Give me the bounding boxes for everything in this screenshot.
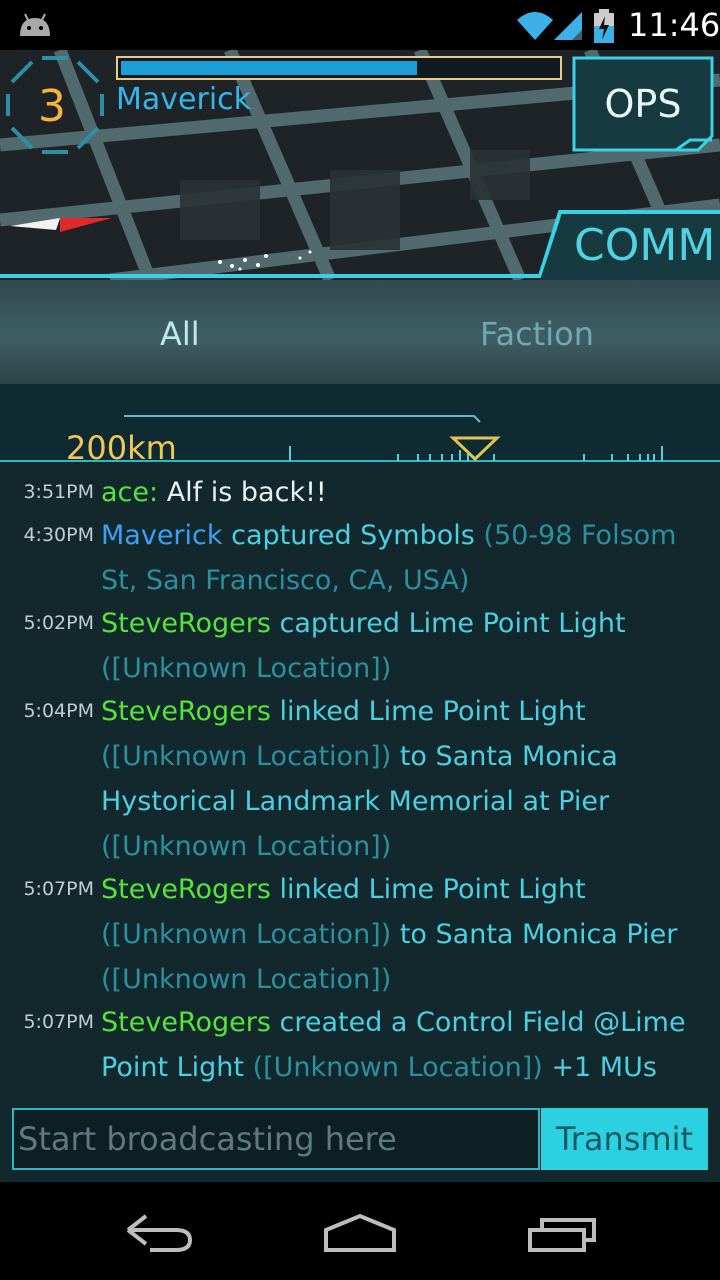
tab-all[interactable]: All [160,314,200,354]
message-location[interactable]: ([Unknown Location]) [101,964,391,995]
agent-name[interactable]: Maverick [116,82,251,118]
recents-icon[interactable] [526,1216,598,1254]
message-body: ace: Alf is back!! [101,470,701,515]
status-bar: 11:46 [0,0,720,50]
message-body: SteveRogers linked Lime Point Light ([Un… [101,867,701,1002]
battery-icon [594,9,614,43]
message-body: SteveRogers created a Control Field @Lim… [101,1000,701,1090]
message-body: SteveRogers captured Lime Point Light ([… [101,601,701,691]
message-author[interactable]: SteveRogers [101,874,271,905]
message-time: 5:02PM [23,612,94,634]
android-icon [20,13,50,36]
message-time: 3:51PM [23,481,94,503]
comm-feed[interactable]: 3:51PM ace: Alf is back!! 4:30PM Maveric… [0,462,720,1102]
comm-filter-bar [0,280,720,384]
broadcast-input[interactable] [18,1112,533,1166]
message-action: linked Lime Point Light [270,696,586,727]
message-author[interactable]: ace: [101,477,158,508]
transmit-button[interactable]: Transmit [541,1108,708,1170]
message-action: to Santa Monica Pier [391,919,678,950]
wifi-icon [517,12,553,40]
message-author[interactable]: SteveRogers [101,1007,271,1038]
ops-button-label: OPS [604,82,682,126]
message-time: 5:07PM [23,878,94,900]
message-action: captured Lime Point Light [270,608,626,639]
message-time: 4:30PM [23,524,94,546]
message-time: 5:04PM [23,700,94,722]
message-author[interactable]: Maverick [101,520,223,551]
back-icon[interactable] [124,1210,196,1256]
message-text: Alf is back!! [166,477,327,508]
home-icon[interactable] [322,1212,398,1254]
comm-tab-label: COMM [574,220,716,271]
agent-level: 3 [38,81,66,132]
message-author[interactable]: SteveRogers [101,608,271,639]
xp-progress-fill [121,61,417,75]
message-action: captured Symbols [222,520,484,551]
message-location[interactable]: ([Unknown Location]) [253,1052,543,1083]
xp-progress-bar [116,56,562,80]
message-location[interactable]: ([Unknown Location]) [101,741,391,772]
message-body: Maverick captured Symbols (50-98 Folsom … [101,513,701,603]
status-clock: 11:46 [628,6,720,44]
message-location[interactable]: ([Unknown Location]) [101,919,391,950]
message-action: linked Lime Point Light [270,874,586,905]
message-author[interactable]: SteveRogers [101,696,271,727]
message-location[interactable]: ([Unknown Location]) [101,831,391,862]
message-time: 5:07PM [23,1011,94,1033]
message-location[interactable]: ([Unknown Location]) [101,653,391,684]
signal-icon [554,12,582,40]
message-action: +1 MUs [542,1052,657,1083]
tab-faction[interactable]: Faction [480,314,594,354]
message-body: SteveRogers linked Lime Point Light ([Un… [101,689,701,869]
